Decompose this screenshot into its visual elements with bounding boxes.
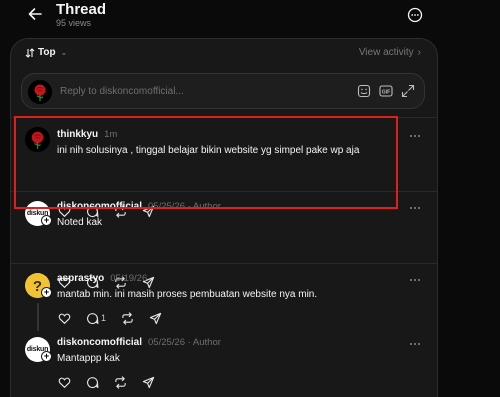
page-title: Thread	[56, 1, 107, 18]
divider	[11, 263, 437, 264]
share-button[interactable]	[148, 311, 162, 325]
reply-count: 1	[101, 313, 107, 323]
send-icon	[149, 312, 161, 324]
timestamp: 05/19/26	[110, 273, 148, 284]
post-more-button[interactable]	[407, 275, 423, 285]
reply-button[interactable]	[85, 311, 99, 325]
follow-badge[interactable]: +	[41, 287, 52, 298]
reply-composer[interactable]: Reply to diskoncomofficial... GIF	[21, 73, 425, 109]
view-count: 95 views	[56, 18, 92, 28]
post-text: Mantappp kak	[57, 353, 120, 364]
view-activity-link[interactable]: View activity ›	[359, 47, 421, 58]
thread-panel: Top ⌄ View activity › Reply to diskoncom…	[10, 38, 438, 397]
timestamp: 05/25/26 · Author	[148, 337, 221, 348]
rose-avatar-icon	[28, 80, 52, 104]
share-button[interactable]	[141, 375, 155, 389]
sort-dropdown[interactable]: Top ⌄	[25, 47, 67, 58]
reply-button[interactable]	[85, 375, 99, 389]
more-circle-icon	[407, 7, 422, 22]
username[interactable]: diskoncomofficial	[57, 337, 142, 348]
thread-line	[37, 303, 39, 331]
username[interactable]: asprastyo	[57, 273, 104, 284]
sort-bar: Top ⌄ View activity ›	[11, 39, 437, 67]
sort-label: Top	[38, 47, 56, 58]
heart-icon	[58, 313, 70, 324]
arrow-left-icon	[28, 8, 42, 20]
more-horizontal-icon	[410, 343, 420, 345]
follow-badge[interactable]: +	[41, 351, 52, 362]
sticker-button[interactable]	[356, 83, 372, 99]
like-button[interactable]	[57, 311, 71, 325]
thread-header: Thread 95 views	[0, 0, 500, 38]
like-button[interactable]	[57, 375, 71, 389]
post-text: Noted kak	[57, 217, 103, 228]
repost-button[interactable]	[120, 311, 134, 325]
view-activity-label: View activity	[358, 47, 414, 58]
post-header: diskoncomofficial 05/25/26 · Author	[57, 337, 221, 348]
more-horizontal-icon	[410, 279, 420, 281]
post-actions	[57, 375, 169, 389]
back-button[interactable]	[24, 3, 46, 25]
repost-button[interactable]	[113, 375, 127, 389]
sort-icon	[25, 47, 35, 58]
avatar	[28, 80, 52, 104]
comment-icon	[86, 312, 98, 324]
follow-badge[interactable]: +	[41, 215, 52, 226]
post-text: mantab min. ini masih proses pembuatan w…	[57, 289, 318, 300]
expand-button[interactable]	[400, 83, 416, 99]
reply-tools: GIF	[356, 83, 416, 99]
post-more-button[interactable]	[407, 131, 423, 141]
repost-icon	[114, 375, 126, 389]
repost-icon	[121, 311, 133, 325]
highlight-box	[14, 116, 398, 209]
expand-icon	[401, 84, 415, 98]
post-more-button[interactable]	[407, 203, 423, 213]
gif-button[interactable]: GIF	[378, 83, 394, 99]
page-gutter	[438, 38, 500, 397]
author-tag: Author	[192, 337, 221, 348]
comment-icon	[86, 376, 98, 388]
more-horizontal-icon	[410, 207, 420, 209]
send-icon	[142, 376, 154, 388]
more-horizontal-icon	[410, 135, 420, 137]
post-actions: 1	[57, 311, 176, 325]
chevron-down-icon: ⌄	[60, 48, 68, 57]
post-more-button[interactable]	[407, 339, 423, 349]
svg-text:GIF: GIF	[382, 89, 390, 95]
thread-more-button[interactable]	[405, 5, 424, 24]
heart-icon	[58, 377, 70, 388]
reply-input[interactable]: Reply to diskoncomofficial...	[60, 86, 184, 97]
sticker-icon	[357, 84, 371, 98]
post-header: asprastyo 05/19/26	[57, 273, 147, 284]
chevron-right-icon: ›	[417, 47, 421, 58]
gif-icon: GIF	[379, 85, 393, 97]
